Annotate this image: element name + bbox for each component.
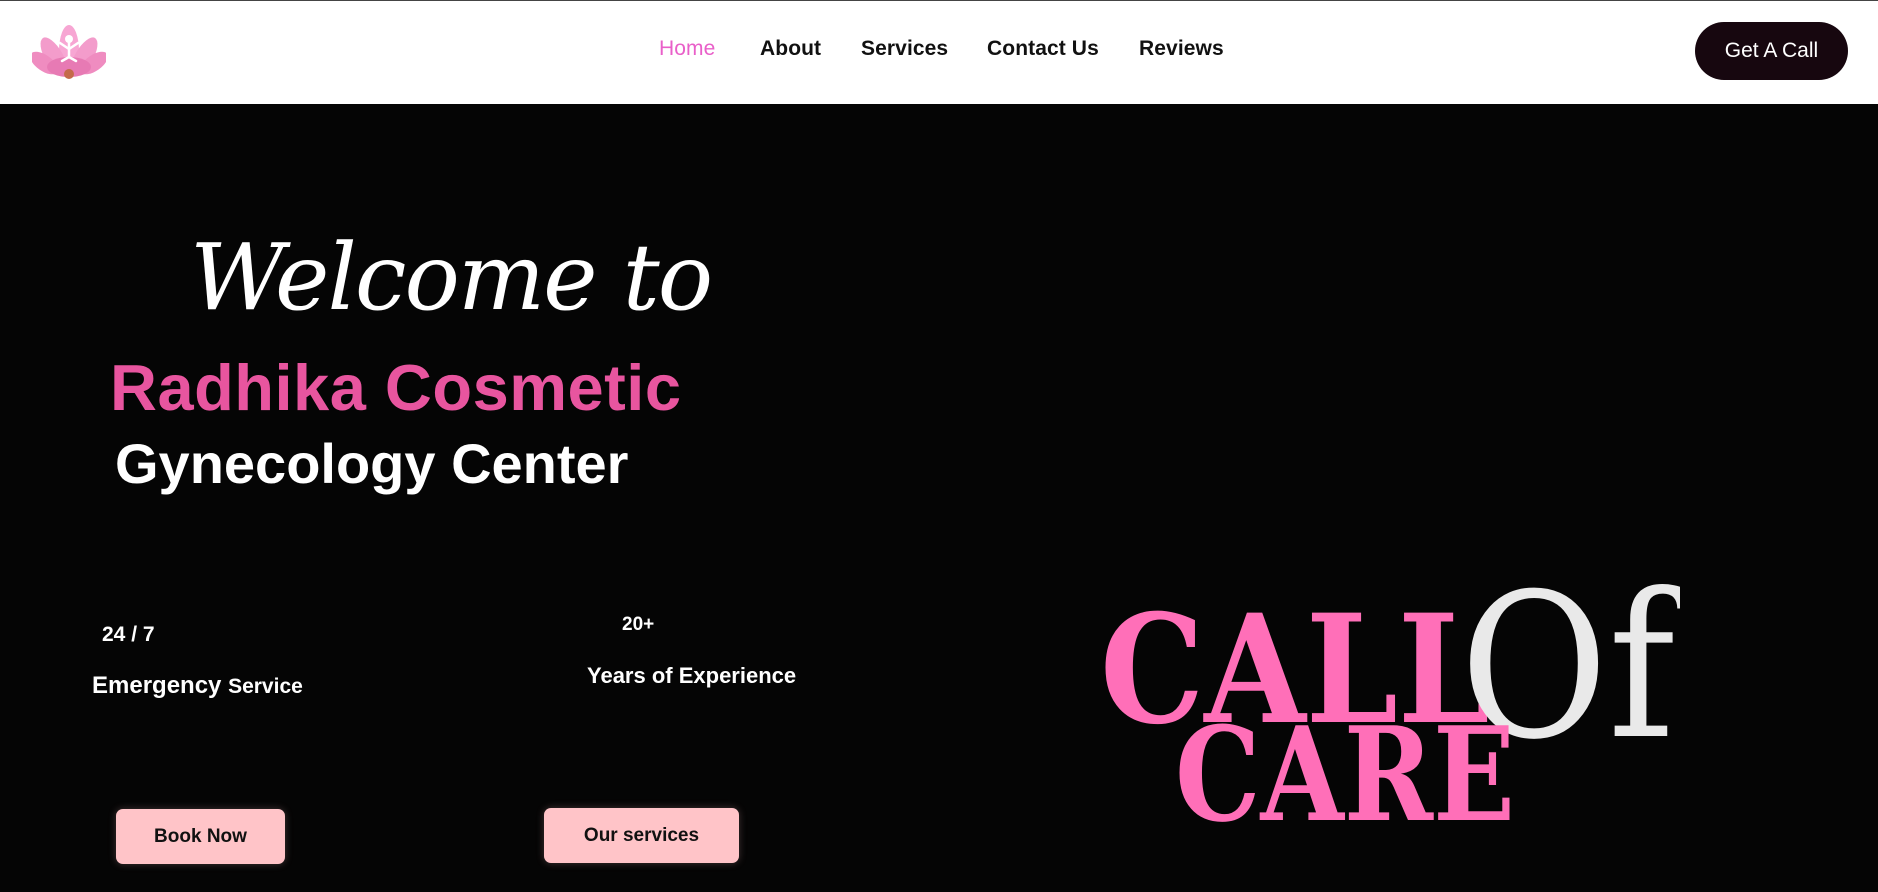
stat-experience-label: Years of Experience: [587, 663, 797, 688]
our-services-button[interactable]: Our services: [544, 808, 739, 863]
brand-name: Radhika Cosmetic: [110, 351, 682, 424]
hero-section: Welcome to Radhika Cosmetic Gynecology C…: [0, 104, 1878, 892]
stat-emergency-label: Emergency Service: [92, 672, 303, 700]
nav-contact-us[interactable]: Contact Us: [987, 37, 1099, 61]
book-now-button[interactable]: Book Now: [116, 809, 285, 864]
call-of-care-graphic: CALL Of CARE: [1100, 551, 1680, 844]
stat-emergency-label-main: Emergency: [92, 672, 222, 699]
site-header: Home About Services Contact Us Reviews G…: [0, 1, 1878, 104]
nav-about[interactable]: About: [760, 37, 821, 61]
get-a-call-button[interactable]: Get A Call: [1695, 22, 1848, 80]
stat-emergency-label-extra: Service: [228, 675, 303, 698]
nav-home[interactable]: Home: [659, 37, 715, 61]
nav-services[interactable]: Services: [861, 37, 948, 61]
main-nav: Home About Services Contact Us Reviews: [0, 37, 1878, 69]
center-subtitle: Gynecology Center: [115, 432, 629, 495]
stat-experience-value: 20+: [622, 614, 655, 635]
graphic-care-text: CARE: [1175, 698, 1515, 844]
nav-reviews[interactable]: Reviews: [1139, 37, 1224, 61]
welcome-heading: Welcome to: [190, 224, 713, 331]
stat-emergency-value: 24 / 7: [102, 623, 155, 646]
